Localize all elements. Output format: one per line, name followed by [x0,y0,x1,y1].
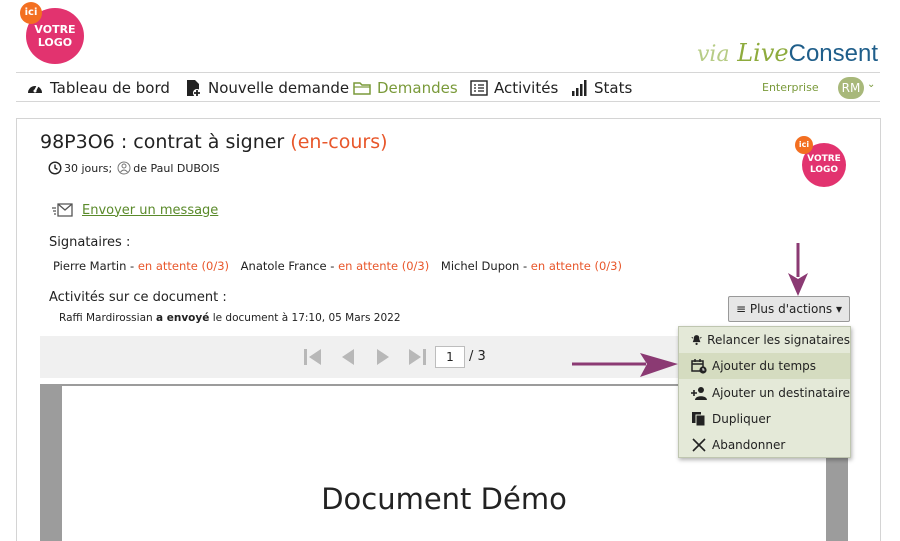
dashboard-icon [28,84,42,93]
activity-entry: Raffi Mardirossian a envoyé le document … [59,312,401,324]
request-duration: 30 jours; [64,161,113,175]
close-icon [692,438,706,452]
menu-item-label: Relancer les signataires [707,333,850,347]
chevron-down-icon[interactable]: ⌄ [867,79,875,90]
stats-icon [572,80,587,96]
menu-item-label: Ajouter du temps [712,359,817,373]
annotation-arrow-down-icon [788,243,808,296]
menu-item-remind-signers[interactable]: Relancer les signataires [679,327,850,353]
previous-page-icon[interactable] [338,347,358,367]
plan-label: Enterprise [762,81,819,94]
signer-status: en attente (0/3) [530,259,622,273]
brand-via: via [697,42,730,67]
nav-item-requests[interactable]: Demandes [353,78,458,98]
menu-item-label: Abandonner [712,438,786,452]
document-logo: ici VOTRE LOGO [795,136,846,187]
user-avatar[interactable]: RM [838,77,864,99]
new-document-icon [187,80,201,97]
signer-status: en attente (0/3) [338,259,430,273]
signers-list: Pierre Martin - en attente (0/3) Anatole… [53,259,622,273]
menu-item-label: Dupliquer [712,412,771,426]
signer-status: en attente (0/3) [137,259,230,273]
nav-label: Tableau de bord [50,79,170,97]
bell-icon [691,335,702,345]
timer-icon [48,161,62,175]
brand-liveconsent: via LiveConsent [697,39,878,68]
menu-item-abandon[interactable]: Abandonner [679,432,850,458]
nav-label: Nouvelle demande [208,79,350,97]
activities-heading: Activités sur ce document : [49,290,227,305]
document-title: Document Démo [321,482,567,516]
main-nav: Tableau de bord Nouvelle demande Demande… [16,72,880,102]
request-name: contrat à signer [133,131,285,153]
add-user-icon [691,387,707,400]
nav-item-new-request[interactable]: Nouvelle demande [184,78,349,98]
page-total: / 3 [469,349,486,364]
person-icon [117,161,131,175]
signers-heading: Signataires : [49,235,131,250]
nav-item-dashboard[interactable]: Tableau de bord [26,78,170,98]
menu-item-duplicate[interactable]: Dupliquer [679,406,850,432]
status-badge: (en-cours) [290,131,388,153]
signer-name: Anatole France [240,259,327,273]
menu-item-add-recipient[interactable]: Ajouter un destinataire [679,380,850,406]
actions-menu: Relancer les signataires Ajouter du temp… [678,326,851,458]
last-page-icon[interactable] [407,347,427,367]
next-page-icon[interactable] [373,347,393,367]
nav-label: Activités [494,79,559,97]
signer-name: Pierre Martin [53,259,127,273]
logo-line-2: LOGO [809,165,839,175]
activity-detail: le document à 17:10, 05 Mars 2022 [212,312,401,324]
annotation-arrow-right-icon [572,353,678,377]
activity-user: Raffi Mardirossian [59,312,153,324]
page-title: 98P3O6 : contrat à signer (en-cours) [40,131,388,153]
first-page-icon[interactable] [303,347,323,367]
brand-consent: Consent [788,40,878,67]
send-message-label: Envoyer un message [82,202,219,218]
nav-label: Stats [594,79,633,97]
request-meta: 30 jours; de Paul DUBOIS [48,161,220,175]
request-author: de Paul DUBOIS [133,161,220,175]
logo-ici-badge: ici [20,2,42,24]
nav-item-stats[interactable]: Stats [570,78,632,98]
menu-item-add-time[interactable]: Ajouter du temps [679,353,850,379]
page-number-input[interactable]: 1 [435,346,465,368]
signer-name: Michel Dupon [440,259,520,273]
company-logo: ici VOTRE LOGO [20,2,84,64]
menu-item-label: Ajouter un destinataire [711,386,850,400]
logo-line-1: VOTRE [807,154,841,164]
more-actions-button[interactable]: ≡ Plus d'actions ▾ [728,296,850,322]
title-separator: : [114,131,134,153]
nav-label: Demandes [377,79,458,97]
calendar-clock-icon [691,359,707,374]
list-icon [470,80,488,96]
nav-item-activities[interactable]: Activités [470,78,558,98]
envelope-icon [52,203,73,217]
brand-live: Live [737,39,789,67]
logo-line-1: VOTRE [34,23,76,36]
folder-icon [353,82,371,95]
logo-line-2: LOGO [37,36,73,49]
activity-action: a envoyé [156,312,210,324]
request-code: 98P3O6 [40,131,115,153]
copy-icon [692,412,706,427]
send-message-link[interactable]: Envoyer un message [52,202,218,218]
logo-ici-badge: ici [795,136,813,154]
